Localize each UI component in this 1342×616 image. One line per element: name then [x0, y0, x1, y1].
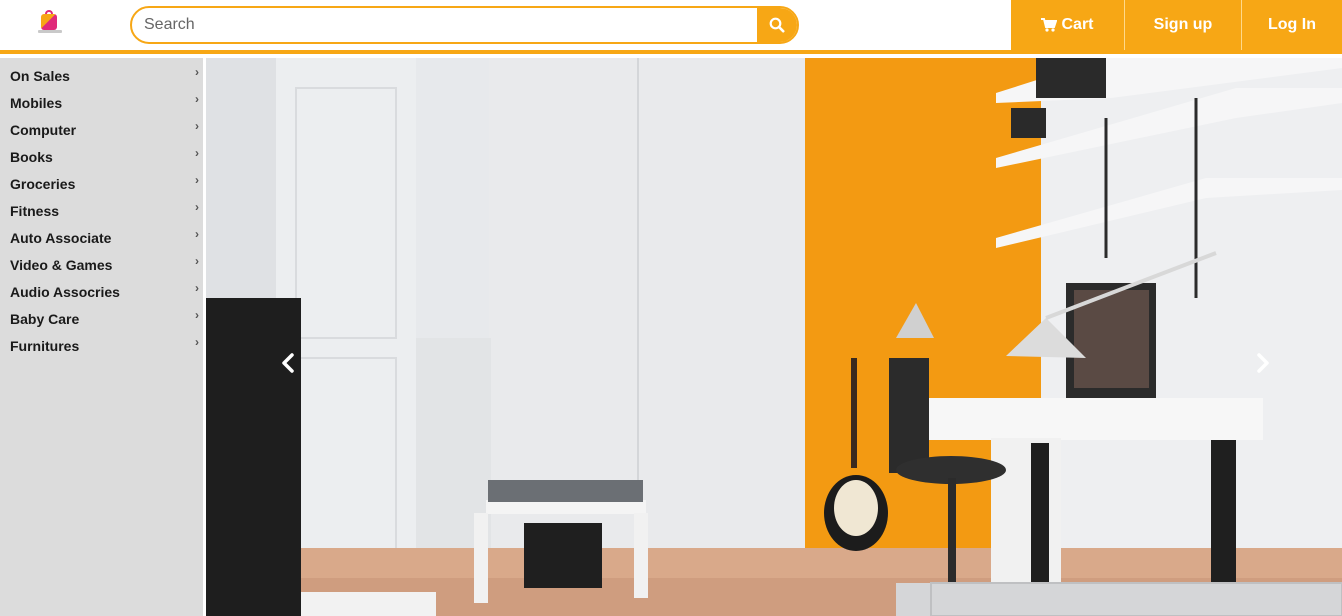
- login-button[interactable]: Log In: [1241, 0, 1342, 50]
- sidebar-item-baby-care[interactable]: Baby Care ›: [0, 305, 203, 332]
- login-label: Log In: [1268, 16, 1316, 33]
- chevron-right-icon: ›: [195, 65, 199, 79]
- room-scene-image: [206, 58, 1342, 616]
- sidebar-item-mobiles[interactable]: Mobiles ›: [0, 89, 203, 116]
- chevron-right-icon: ›: [195, 200, 199, 214]
- signup-label: Sign up: [1153, 16, 1213, 33]
- sidebar-item-video-games[interactable]: Video & Games ›: [0, 251, 203, 278]
- search-icon: [769, 17, 785, 33]
- logo-wordmark: [38, 30, 62, 33]
- sidebar-item-audio-assocries[interactable]: Audio Assocries ›: [0, 278, 203, 305]
- signup-button[interactable]: Sign up: [1124, 0, 1241, 50]
- cart-icon: [1041, 18, 1058, 32]
- sidebar-item-label: Computer: [10, 121, 77, 138]
- chevron-right-icon: ›: [195, 119, 199, 133]
- sidebar-item-label: Fitness: [10, 202, 60, 219]
- hero-carousel: [206, 58, 1342, 616]
- chevron-right-icon: [1257, 353, 1269, 373]
- sidebar-item-label: Books: [10, 148, 53, 165]
- search-input[interactable]: [132, 8, 759, 42]
- sidebar-item-label: Video & Games: [10, 256, 113, 273]
- chevron-right-icon: ›: [195, 227, 199, 241]
- sidebar-item-books[interactable]: Books ›: [0, 143, 203, 170]
- sidebar-item-label: Furnitures: [10, 337, 80, 354]
- category-sidebar: On Sales › Mobiles › Computer › Books › …: [0, 58, 203, 616]
- chevron-right-icon: ›: [195, 308, 199, 322]
- sidebar-item-computer[interactable]: Computer ›: [0, 116, 203, 143]
- sidebar-item-label: Mobiles: [10, 94, 63, 111]
- chevron-right-icon: ›: [195, 146, 199, 160]
- chevron-right-icon: ›: [195, 92, 199, 106]
- top-nav: Cart Sign up Log In: [1011, 0, 1342, 50]
- site-header: Cart Sign up Log In: [0, 0, 1342, 54]
- cart-label: Cart: [1061, 16, 1094, 33]
- chevron-left-icon: [282, 353, 294, 373]
- sidebar-item-furnitures[interactable]: Furnitures ›: [0, 332, 203, 359]
- sidebar-item-label: Audio Assocries: [10, 283, 120, 300]
- search-bar: [130, 6, 799, 44]
- chevron-right-icon: ›: [195, 281, 199, 295]
- chevron-right-icon: ›: [195, 254, 199, 268]
- shopping-bag-icon: [41, 14, 57, 30]
- sidebar-item-label: Baby Care: [10, 310, 80, 327]
- search-button[interactable]: [757, 8, 797, 42]
- category-list: On Sales › Mobiles › Computer › Books › …: [0, 58, 203, 359]
- sidebar-item-auto-associate[interactable]: Auto Associate ›: [0, 224, 203, 251]
- sidebar-item-label: Groceries: [10, 175, 76, 192]
- logo[interactable]: [38, 10, 62, 34]
- cart-button[interactable]: Cart: [1011, 0, 1124, 50]
- chevron-right-icon: ›: [195, 173, 199, 187]
- carousel-prev-button[interactable]: [273, 348, 303, 378]
- sidebar-item-on-sales[interactable]: On Sales ›: [0, 62, 203, 89]
- sidebar-item-fitness[interactable]: Fitness ›: [0, 197, 203, 224]
- sidebar-item-label: Auto Associate: [10, 229, 112, 246]
- sidebar-item-label: On Sales: [10, 67, 70, 84]
- chevron-right-icon: ›: [195, 335, 199, 349]
- carousel-next-button[interactable]: [1248, 348, 1278, 378]
- sidebar-item-groceries[interactable]: Groceries ›: [0, 170, 203, 197]
